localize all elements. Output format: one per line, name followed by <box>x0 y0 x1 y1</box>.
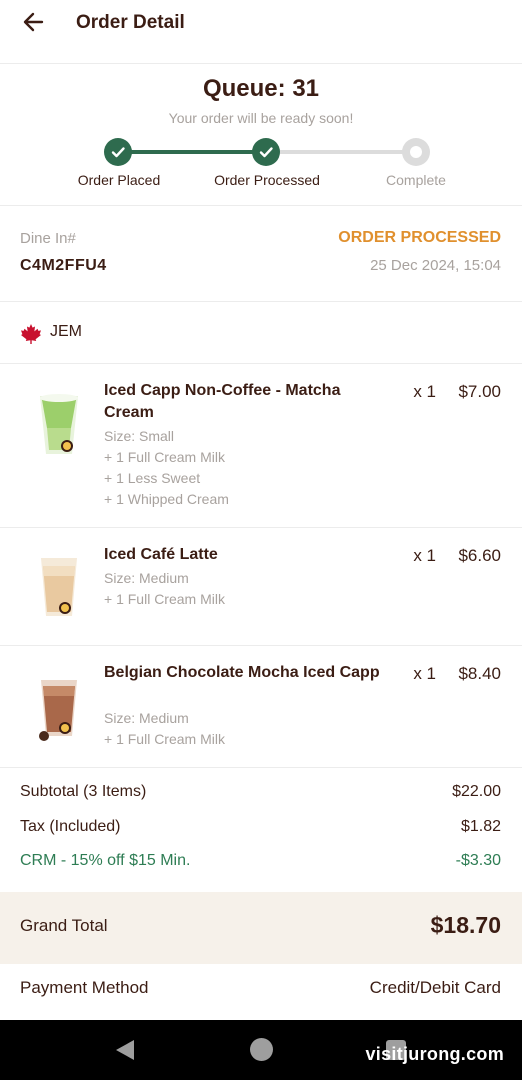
step-label-order-processed: Order Processed <box>214 172 320 188</box>
subtotal-value: $22.00 <box>452 783 501 800</box>
item-price: $8.40 <box>458 664 501 683</box>
item-name: Belgian Chocolate Mocha Iced Capp <box>104 664 380 681</box>
arrow-left-icon <box>23 12 44 32</box>
item-option: + 1 Full Cream Milk <box>104 591 225 607</box>
queue-status-section: Queue: 31 Your order will be ready soon!… <box>0 64 522 206</box>
order-progress-tracker: Order Placed Order Processed Complete <box>0 136 522 196</box>
store-row: JEM <box>0 302 522 364</box>
order-item: Iced Capp Non-Coffee - Matcha Cream x 1 … <box>0 364 522 528</box>
item-price: $6.60 <box>458 546 501 565</box>
page-title: Order Detail <box>76 12 185 33</box>
discount-label: CRM - 15% off $15 Min. <box>20 852 191 869</box>
subtotal-label: Subtotal (3 Items) <box>20 783 147 800</box>
pending-dot-icon <box>410 146 422 158</box>
step-label-order-placed: Order Placed <box>77 172 161 188</box>
grand-total-row: Grand Total $18.70 <box>0 892 522 964</box>
grand-total-value: $18.70 <box>430 912 501 938</box>
order-datetime: 25 Dec 2024, 15:04 <box>370 257 501 274</box>
dine-in-label: Dine In# <box>20 230 76 247</box>
payment-method-label: Payment Method <box>20 978 149 997</box>
item-price: $7.00 <box>458 382 501 401</box>
payment-method-value: Credit/Debit Card <box>369 978 501 997</box>
step-label-complete: Complete <box>386 172 446 188</box>
item-option: + 1 Full Cream Milk <box>104 449 225 465</box>
item-name: Iced Capp Non-Coffee - Matcha Cream <box>104 382 341 421</box>
nav-back-icon[interactable] <box>114 1038 136 1062</box>
step-complete-dot <box>402 138 430 166</box>
progress-line-pending <box>266 150 416 154</box>
system-nav-bar: visitjurong.com <box>0 1020 522 1080</box>
order-item: Iced Café Latte x 1 $6.60 Size: Medium +… <box>0 528 522 646</box>
payment-method-row: Payment Method Credit/Debit Card <box>0 964 522 1020</box>
item-option: + 1 Full Cream Milk <box>104 731 225 747</box>
maple-leaf-icon <box>21 324 41 344</box>
item-quantity: x 1 <box>413 664 436 683</box>
back-button[interactable] <box>20 8 52 38</box>
progress-line-done <box>118 150 266 154</box>
price-summary: Subtotal (3 Items) $22.00 Tax (Included)… <box>0 768 522 892</box>
app-header: Order Detail <box>0 0 522 64</box>
step-order-placed-dot <box>104 138 132 166</box>
mocha-drink-image <box>39 680 77 741</box>
status-badge: ORDER PROCESSED <box>338 229 501 246</box>
item-quantity: x 1 <box>413 546 436 565</box>
tax-row: Tax (Included) $1.82 <box>20 818 501 842</box>
step-order-processed-dot <box>252 138 280 166</box>
tax-label: Tax (Included) <box>20 818 121 835</box>
tax-value: $1.82 <box>460 818 501 835</box>
matcha-drink-image <box>40 394 78 454</box>
check-icon <box>259 147 273 158</box>
watermark-text: visitjurong.com <box>365 1044 504 1064</box>
store-name: JEM <box>50 323 82 340</box>
item-option: + 1 Whipped Cream <box>104 491 229 507</box>
discount-value: -$3.30 <box>455 852 501 869</box>
order-code: C4M2FFU4 <box>20 257 107 274</box>
iced-latte-image <box>41 558 77 616</box>
item-option: Size: Small <box>104 428 175 444</box>
item-option: Size: Medium <box>104 570 189 586</box>
grand-total-label: Grand Total <box>20 916 108 935</box>
order-info-section: Dine In# C4M2FFU4 ORDER PROCESSED 25 Dec… <box>0 206 522 302</box>
queue-number: Queue: 31 <box>202 75 320 102</box>
subtotal-row: Subtotal (3 Items) $22.00 <box>20 783 501 807</box>
item-quantity: x 1 <box>413 382 436 401</box>
item-option: Size: Medium <box>104 710 189 726</box>
queue-subtitle: Your order will be ready soon! <box>168 110 354 126</box>
item-option: + 1 Less Sweet <box>104 470 201 486</box>
check-icon <box>111 147 125 158</box>
discount-row: CRM - 15% off $15 Min. -$3.30 <box>20 852 501 876</box>
order-item: Belgian Chocolate Mocha Iced Capp x 1 $8… <box>0 646 522 768</box>
item-name: Iced Café Latte <box>104 546 218 563</box>
nav-home-icon[interactable] <box>250 1038 273 1061</box>
